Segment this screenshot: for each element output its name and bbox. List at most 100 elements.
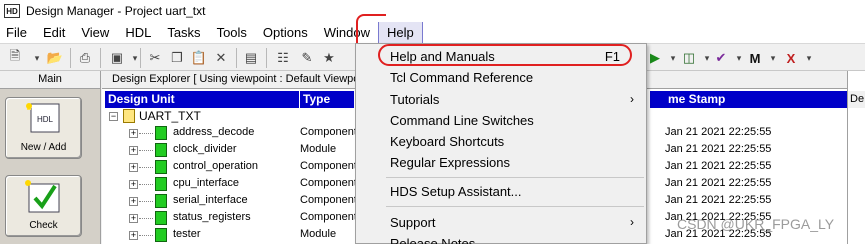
- columns-icon[interactable]: ◫: [680, 49, 698, 67]
- hierarchy-icon[interactable]: ☷: [274, 49, 292, 67]
- design-unit-icon: [155, 177, 167, 191]
- submenu-arrow-icon: ›: [630, 92, 634, 106]
- row-name: tester: [173, 228, 201, 240]
- toolbar-separator: [140, 48, 141, 68]
- dropdown-arrow-icon[interactable]: ▾: [764, 49, 782, 67]
- column-design-unit[interactable]: Design Unit: [105, 91, 300, 108]
- menu-item-tcl-reference[interactable]: Tcl Command Reference: [356, 67, 646, 88]
- expand-icon[interactable]: +: [129, 163, 138, 172]
- wizard-icon[interactable]: ★: [320, 49, 338, 67]
- menu-bar: File Edit View HDL Tasks Tools Options W…: [0, 22, 865, 43]
- menu-item-keyboard-shortcuts[interactable]: Keyboard Shortcuts: [356, 131, 646, 152]
- main-shortcut-pane: Main HDL New / Add Check: [0, 71, 101, 244]
- row-time: Jan 21 2021 22:25:55: [665, 143, 772, 155]
- row-type: Component: [300, 177, 357, 189]
- new-file-icon[interactable]: 🗎: [6, 48, 24, 67]
- expand-icon[interactable]: +: [129, 231, 138, 240]
- svg-text:HDL: HDL: [37, 115, 54, 124]
- menu-item-tutorials[interactable]: Tutorials ›: [356, 89, 646, 110]
- row-type: Component: [300, 211, 357, 223]
- delete-icon[interactable]: ✕: [212, 49, 230, 67]
- library-icon: [123, 109, 135, 123]
- help-dropdown-menu: Help and Manuals F1 Tcl Command Referenc…: [355, 43, 647, 244]
- open-folder-icon[interactable]: 📂: [46, 49, 64, 67]
- menu-item-label: Help and Manuals: [390, 49, 495, 64]
- menu-item-hds-setup-assistant[interactable]: HDS Setup Assistant...: [356, 181, 646, 202]
- menu-file[interactable]: File: [0, 22, 35, 43]
- window-icon[interactable]: ▣: [108, 49, 126, 67]
- toolbar-separator: [100, 48, 101, 68]
- menu-item-label: Keyboard Shortcuts: [390, 134, 505, 149]
- toolbar-separator: [236, 48, 237, 68]
- menu-item-label: Regular Expressions: [390, 155, 510, 170]
- synthesis-icon[interactable]: X: [782, 49, 800, 67]
- new-add-button[interactable]: HDL New / Add: [5, 97, 82, 159]
- print-icon[interactable]: ⎙: [76, 49, 94, 67]
- submenu-arrow-icon: ›: [630, 215, 634, 229]
- design-unit-icon: [155, 126, 167, 140]
- menu-item-support[interactable]: Support ›: [356, 212, 646, 233]
- menu-tools[interactable]: Tools: [209, 22, 255, 43]
- menu-item-regular-expressions[interactable]: Regular Expressions: [356, 152, 646, 173]
- row-type: Component: [300, 194, 357, 206]
- expand-icon[interactable]: +: [129, 146, 138, 155]
- hdl-document-icon: HDL: [26, 103, 60, 133]
- menu-help[interactable]: Help: [377, 22, 423, 43]
- green-flow-icon[interactable]: ▶: [646, 49, 664, 67]
- expand-icon[interactable]: +: [129, 197, 138, 206]
- menu-item-label: Tcl Command Reference: [390, 70, 534, 85]
- column-time-stamp[interactable]: me Stamp: [650, 91, 850, 108]
- row-name: control_operation: [173, 160, 259, 172]
- title-bar: HD Design Manager - Project uart_txt: [0, 0, 865, 22]
- copy-icon[interactable]: ❐: [168, 49, 186, 67]
- right-pane: De: [847, 71, 865, 244]
- properties-icon[interactable]: ▤: [242, 49, 260, 67]
- main-pane-header: Main: [0, 71, 100, 89]
- expand-icon[interactable]: +: [129, 180, 138, 189]
- menu-tasks[interactable]: Tasks: [159, 22, 208, 43]
- row-type: Component: [300, 160, 357, 172]
- right-pane-header: De: [848, 91, 865, 108]
- checkmark-icon: [25, 180, 60, 213]
- check-button[interactable]: Check: [5, 175, 82, 237]
- expand-icon[interactable]: +: [129, 129, 138, 138]
- menu-item-label: Support: [390, 215, 436, 230]
- window-title: Design Manager - Project uart_txt: [26, 4, 206, 18]
- modelsim-icon[interactable]: M: [746, 49, 764, 67]
- row-time: Jan 21 2021 22:25:55: [665, 177, 772, 189]
- dropdown-arrow-icon[interactable]: ▾: [28, 49, 46, 67]
- menu-edit[interactable]: Edit: [35, 22, 73, 43]
- toolbar-separator: [70, 48, 71, 68]
- paste-icon[interactable]: 📋: [190, 49, 208, 67]
- menu-item-help-and-manuals[interactable]: Help and Manuals F1: [356, 46, 646, 67]
- menu-item-command-line-switches[interactable]: Command Line Switches: [356, 110, 646, 131]
- design-unit-icon: [155, 211, 167, 225]
- new-add-label: New / Add: [20, 142, 67, 153]
- watermark: CSDN @UKR_FPGA_LY: [677, 216, 835, 232]
- row-type: Component: [300, 126, 357, 138]
- expand-icon[interactable]: +: [129, 214, 138, 223]
- menu-item-label: Tutorials: [390, 92, 440, 107]
- library-name: UART_TXT: [139, 109, 201, 123]
- design-unit-icon: [155, 228, 167, 242]
- design-unit-icon: [155, 160, 167, 174]
- dropdown-arrow-icon[interactable]: ▾: [126, 49, 144, 67]
- menu-window[interactable]: Window: [316, 22, 378, 43]
- menu-hdl[interactable]: HDL: [117, 22, 159, 43]
- shortcut-label: F1: [604, 49, 620, 64]
- dropdown-arrow-icon[interactable]: ▾: [800, 49, 818, 67]
- cut-icon[interactable]: ✂: [146, 49, 164, 67]
- menu-separator: [386, 206, 644, 207]
- row-time: Jan 21 2021 22:25:55: [665, 160, 772, 172]
- column-type[interactable]: Type: [300, 91, 355, 108]
- menu-separator: [386, 177, 644, 178]
- row-name: clock_divider: [173, 143, 237, 155]
- menu-options[interactable]: Options: [255, 22, 316, 43]
- edit-pencil-icon[interactable]: ✎: [298, 49, 316, 67]
- menu-item-label: HDS Setup Assistant...: [390, 184, 522, 199]
- menu-item-release-notes[interactable]: Release Notes: [356, 233, 646, 244]
- menu-view[interactable]: View: [73, 22, 117, 43]
- checklist-icon[interactable]: ✔: [712, 49, 730, 67]
- collapse-icon[interactable]: −: [109, 112, 118, 121]
- row-type: Module: [300, 143, 337, 155]
